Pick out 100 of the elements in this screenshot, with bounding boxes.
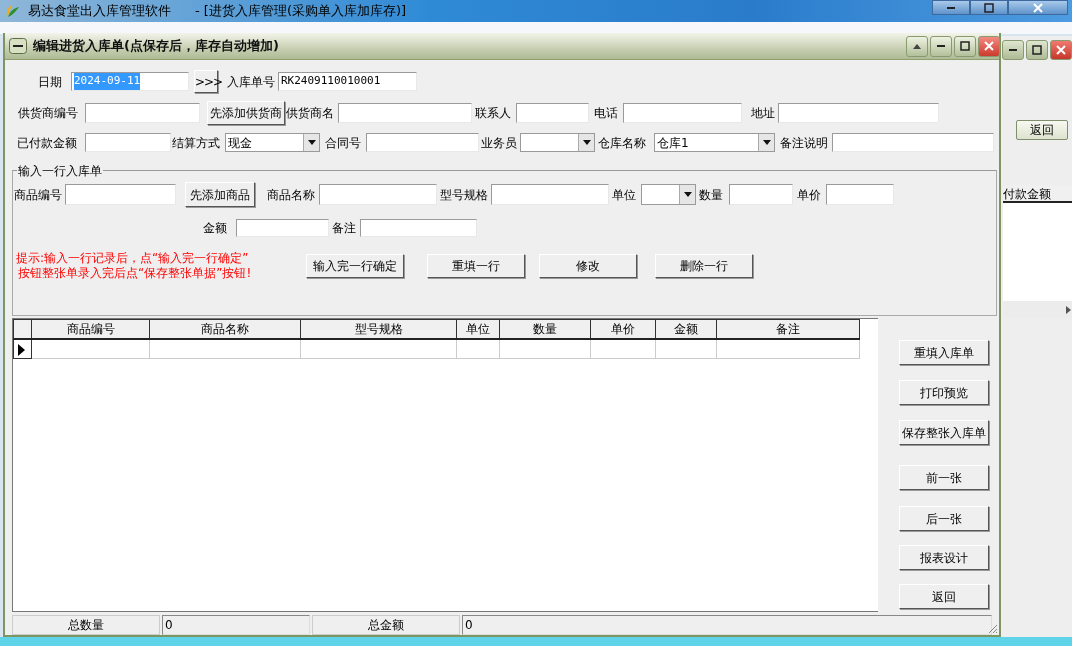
maximize-icon [960,41,970,51]
action-button[interactable]: 返回 [898,584,989,609]
maximize-button[interactable] [970,0,1008,15]
action-button[interactable]: 修改 [539,254,637,278]
minimize-button[interactable] [1002,40,1024,60]
field-label: 金额 [203,220,228,237]
dropdown-field[interactable]: 现金 [225,133,320,152]
input-field[interactable] [360,219,477,237]
restore-up-button[interactable] [906,35,928,57]
dropdown-arrow-icon [683,192,692,197]
input-field[interactable] [832,133,994,152]
column-header[interactable]: 备注 [716,319,860,339]
close-button[interactable] [978,35,1000,57]
action-button[interactable]: 打印预览 [898,380,989,405]
document-title: - [进货入库管理(采购单入库加库存)] [195,2,407,21]
field-label: 备注 [332,220,357,237]
field-label: 型号规格 [440,186,489,204]
input-field[interactable] [65,184,176,205]
total-label: 总数量 [12,615,160,635]
close-icon [1056,45,1066,55]
action-button[interactable]: 重填入库单 [898,340,989,365]
up-arrow-icon [912,42,922,50]
scroll-right-icon [1066,305,1071,314]
action-button[interactable]: 先添加商品 [185,182,255,207]
input-field[interactable] [729,184,793,205]
dropdown-field[interactable] [520,133,595,152]
input-field[interactable]: RK2409110010001 [278,72,417,91]
table-cell [456,339,500,359]
field-label: 已付款金额 [17,134,78,152]
minimize-button[interactable] [930,35,952,57]
maximize-button[interactable] [954,35,976,57]
maximize-icon [984,2,994,13]
field-label: 入库单号 [227,73,276,91]
minimize-button[interactable] [932,0,970,15]
hint-text: 提示:输入一行记录后，点“输入完一行确定” 按钮整张单录入完后点“保存整张单据”按钮! [16,251,253,281]
dropdown-field[interactable] [641,184,696,205]
minimize-icon [947,6,955,9]
column-header[interactable]: 单位 [456,319,500,339]
dialog-title: 编辑进货入库单(点保存后，库存自动增加) [33,37,279,56]
field-label: 联系人 [475,105,512,122]
system-menu-icon[interactable] [9,38,27,54]
input-field[interactable] [778,103,939,123]
field-label: 单位 [612,186,637,204]
action-button[interactable]: 重填一行 [427,254,525,278]
field-label: 备注说明 [780,134,829,152]
input-field[interactable] [491,184,609,205]
field-label: 结算方式 [172,134,221,152]
table-cell [655,339,717,359]
input-field[interactable] [826,184,894,205]
resize-grip-icon [988,624,998,634]
table-cell [590,339,656,359]
close-icon [984,41,994,51]
minimize-icon [1009,49,1017,51]
input-field[interactable] [236,219,329,237]
action-button[interactable]: 先添加供货商 [207,101,285,125]
field-label: 商品编号 [14,186,63,204]
input-field[interactable] [623,103,742,123]
input-field[interactable] [366,133,479,152]
dropdown-field[interactable]: 仓库1 [654,133,775,152]
column-header[interactable]: 单价 [590,319,656,339]
column-header[interactable]: 金额 [655,319,717,339]
action-button[interactable]: 后一张 [898,506,989,531]
action-button[interactable]: 报表设计 [898,545,989,570]
action-button[interactable]: 输入完一行确定 [306,254,404,278]
input-field[interactable] [338,103,472,123]
column-header[interactable]: 数量 [499,319,591,339]
column-header[interactable]: 商品编号 [31,319,150,339]
field-label: 仓库名称 [598,134,647,152]
action-button[interactable]: 删除一行 [655,254,753,278]
input-field[interactable] [85,103,200,123]
minimize-icon [937,45,945,47]
back-button[interactable]: 返回 [1016,120,1068,140]
action-button[interactable]: 前一张 [898,465,989,490]
input-field[interactable] [516,103,589,123]
dropdown-arrow-icon [307,140,316,145]
field-label: 日期 [38,73,63,91]
field-label: 供货商编号 [18,105,79,122]
close-button[interactable] [1008,0,1068,15]
leaf-logo-icon [4,3,20,19]
field-label: 供货商名 [286,105,335,122]
group-title: 输入一行入库单 [17,162,103,180]
field-label: 地址 [751,105,776,122]
input-field[interactable] [319,184,437,205]
field-label: 单价 [797,186,822,204]
dropdown-arrow-icon [762,140,771,145]
action-button[interactable]: 保存整张入库单 [898,420,989,445]
field-label: 电话 [594,105,619,122]
dropdown-arrow-icon [582,140,591,145]
field-label: 数量 [699,186,724,204]
column-header[interactable]: 商品名称 [149,319,301,339]
field-label: 合同号 [325,134,362,152]
app-title: 易达食堂出入库管理软件 [28,2,171,21]
column-header[interactable]: 型号规格 [300,319,457,339]
maximize-button[interactable] [1026,40,1048,60]
total-value: 0 [462,615,992,635]
input-field[interactable] [85,133,171,152]
column-header: 付款金额 [1003,185,1072,203]
close-icon [1033,2,1043,13]
field-label: 业务员 [481,134,518,152]
close-button[interactable] [1050,40,1072,60]
